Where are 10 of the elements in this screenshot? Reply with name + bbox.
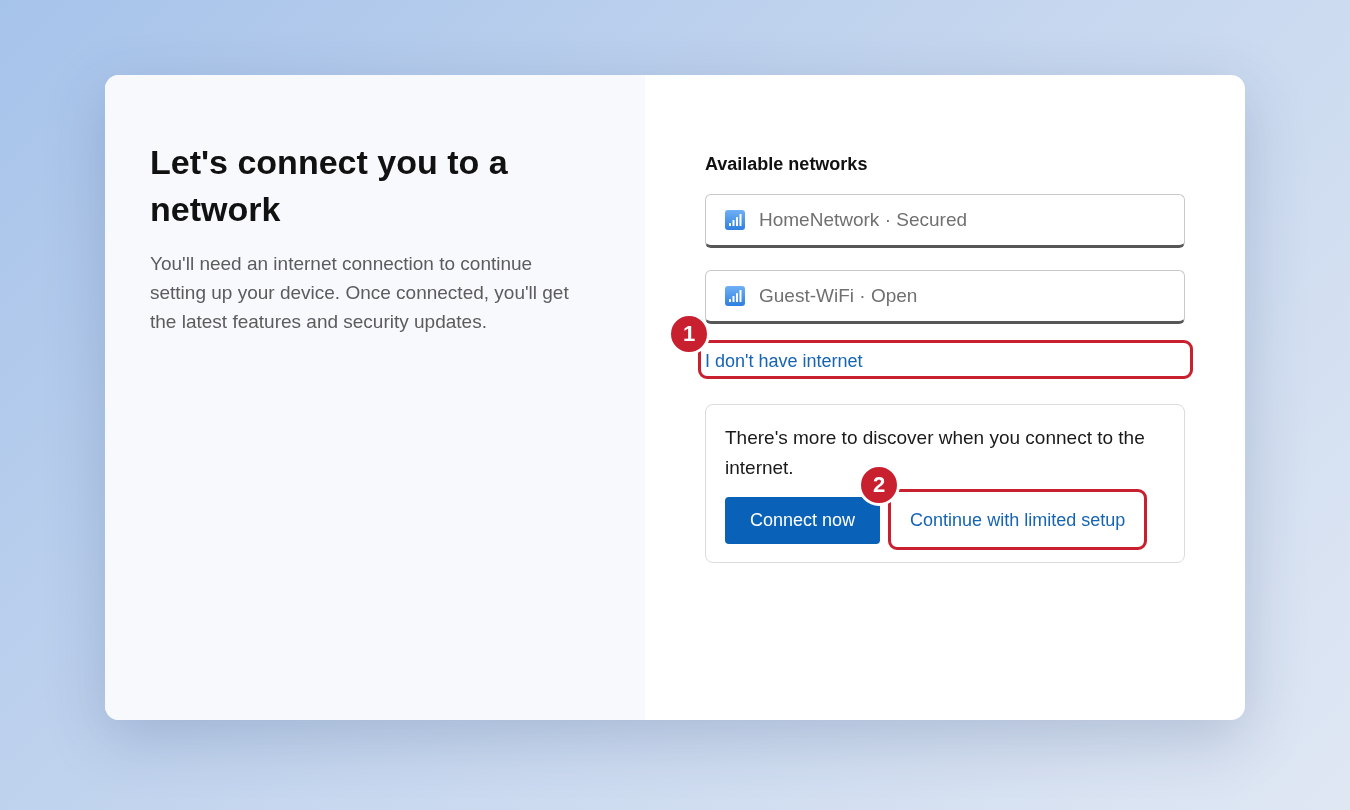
- section-heading: Available networks: [705, 153, 869, 176]
- network-option[interactable]: HomeNetwork · Secured: [705, 194, 1185, 248]
- page-title: Let's connect you to a network: [150, 142, 509, 230]
- signal-bars-icon: [725, 210, 745, 230]
- callout-number: 2: [858, 464, 901, 506]
- callout-number: 1: [668, 313, 710, 355]
- connect-button[interactable]: Connect now: [725, 497, 881, 544]
- signal-bars-icon: [725, 286, 745, 306]
- network-option[interactable]: Guest-WiFi · Open: [705, 270, 1185, 324]
- description-text: You'll need an internet connection to continue setting up your device. Once connected, you'll get the latest features and security updates.: [150, 252, 570, 334]
